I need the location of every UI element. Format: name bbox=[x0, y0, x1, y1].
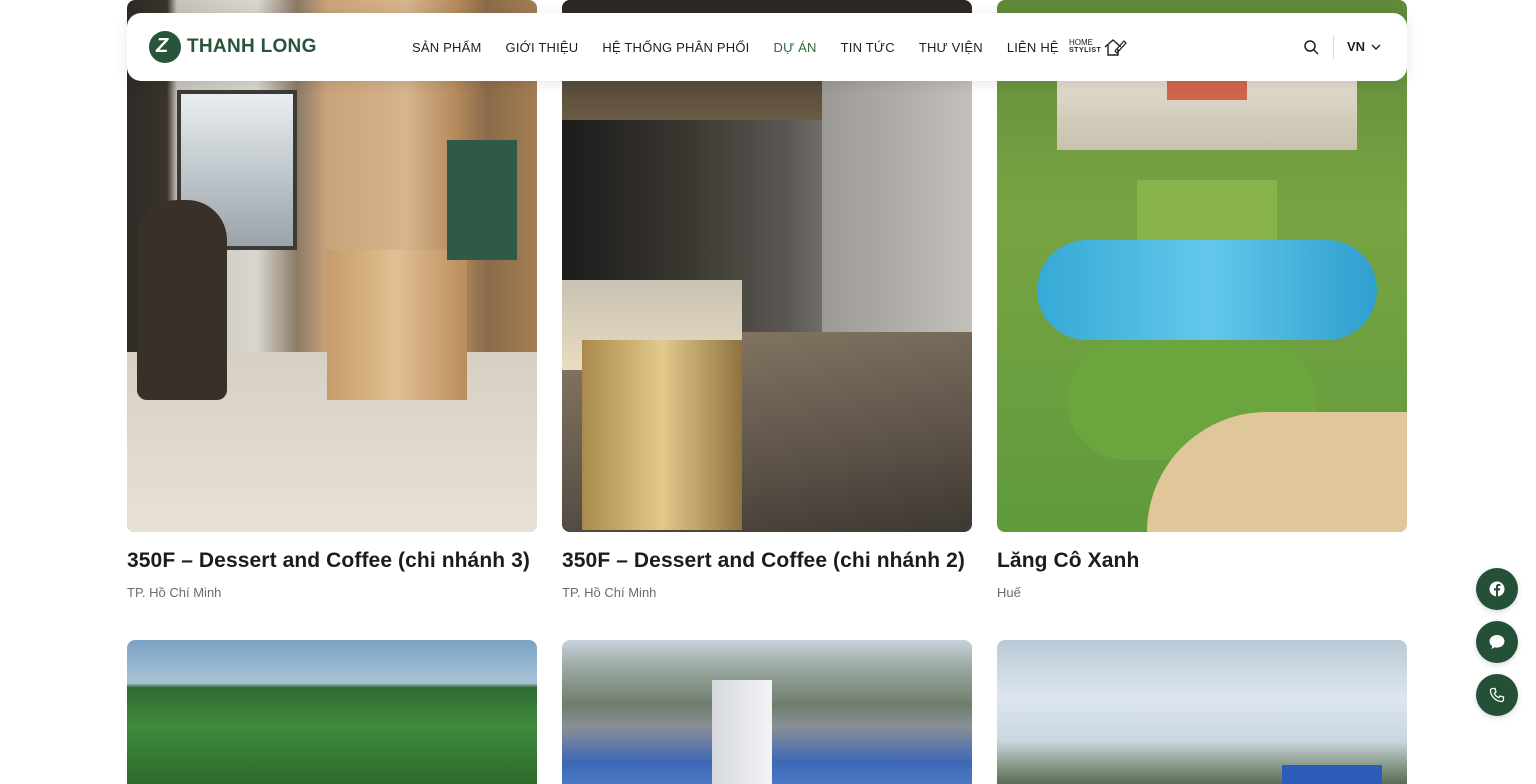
project-photo[interactable] bbox=[997, 640, 1407, 784]
header-divider bbox=[1333, 35, 1334, 59]
chevron-down-icon bbox=[1371, 44, 1381, 50]
project-location: Huế bbox=[997, 585, 1021, 600]
project-location: TP. Hồ Chí Minh bbox=[127, 585, 222, 600]
project-location: TP. Hồ Chí Minh bbox=[562, 585, 657, 600]
nav-item-thu-vien[interactable]: THƯ VIỆN bbox=[919, 40, 983, 55]
nav-item-lien-he[interactable]: LIÊN HỆ bbox=[1007, 40, 1059, 55]
photo-detail bbox=[1037, 240, 1377, 340]
chat-button[interactable] bbox=[1476, 621, 1518, 663]
nav-item-san-pham[interactable]: SẢN PHẨM bbox=[412, 40, 482, 55]
language-selector[interactable]: VN bbox=[1347, 39, 1381, 54]
photo-detail bbox=[1282, 765, 1382, 784]
logo-text: THANH LONG bbox=[187, 36, 317, 57]
nav-item-du-an[interactable]: DỰ ÁN bbox=[773, 40, 816, 55]
facebook-icon bbox=[1489, 581, 1505, 597]
photo-detail bbox=[327, 250, 467, 400]
chat-icon bbox=[1489, 635, 1505, 649]
logo-mark-letter: Z bbox=[156, 35, 169, 57]
facebook-button[interactable] bbox=[1476, 568, 1518, 610]
photo-detail bbox=[137, 200, 227, 400]
photo-detail bbox=[582, 340, 742, 530]
project-photo[interactable] bbox=[127, 640, 537, 784]
logo-mark: Z bbox=[149, 31, 181, 63]
phone-icon bbox=[1489, 687, 1505, 703]
nav-item-gioi-thieu[interactable]: GIỚI THIỆU bbox=[506, 40, 579, 55]
project-title[interactable]: 350F – Dessert and Coffee (chi nhánh 2) bbox=[562, 549, 965, 573]
home-stylist-line1: HOME bbox=[1069, 38, 1093, 47]
search-icon[interactable] bbox=[1303, 39, 1319, 55]
phone-button[interactable] bbox=[1476, 674, 1518, 716]
photo-detail bbox=[447, 140, 517, 260]
nav-item-he-thong-phan-phoi[interactable]: HỆ THỐNG PHÂN PHỐI bbox=[602, 40, 749, 55]
main-nav: SẢN PHẨM GIỚI THIỆU HỆ THỐNG PHÂN PHỐI D… bbox=[412, 13, 1059, 81]
logo[interactable]: Z THANH LONG bbox=[149, 31, 317, 63]
site-header: Z THANH LONG SẢN PHẨM GIỚI THIỆU HỆ THỐN… bbox=[127, 13, 1407, 81]
project-title[interactable]: 350F – Dessert and Coffee (chi nhánh 3) bbox=[127, 549, 530, 573]
home-stylist-line2: STYLIST bbox=[1069, 47, 1102, 54]
project-title[interactable]: Lăng Cô Xanh bbox=[997, 549, 1139, 573]
home-stylist-link[interactable]: HOME STYLIST bbox=[1069, 37, 1128, 57]
house-pencil-icon bbox=[1104, 39, 1128, 56]
language-label: VN bbox=[1347, 39, 1366, 54]
photo-detail bbox=[712, 680, 772, 784]
project-photo[interactable] bbox=[562, 640, 972, 784]
home-stylist-text: HOME STYLIST bbox=[1069, 39, 1101, 55]
nav-item-tin-tuc[interactable]: TIN TỨC bbox=[841, 40, 895, 55]
